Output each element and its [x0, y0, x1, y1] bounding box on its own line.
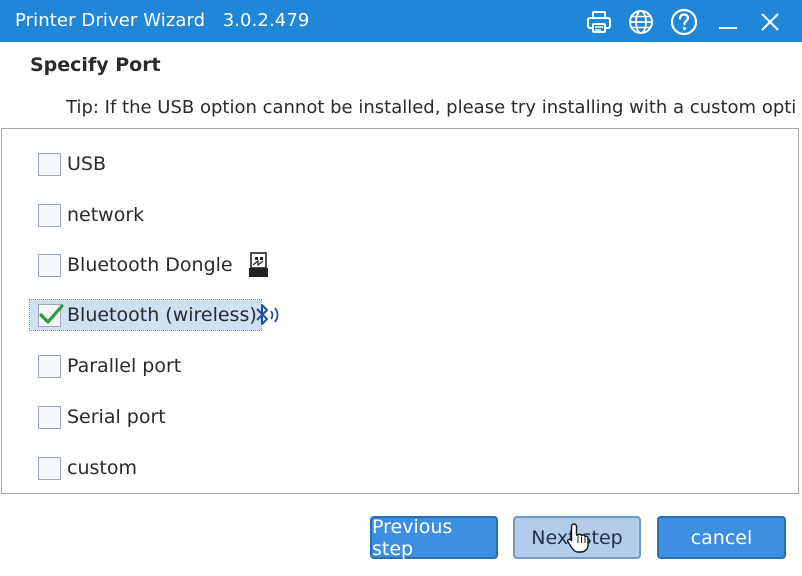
- parallel-checkbox[interactable]: [38, 354, 61, 378]
- minimize-icon[interactable]: [713, 7, 743, 37]
- port-option-custom[interactable]: custom: [30, 453, 141, 483]
- checkmark-icon: [39, 303, 64, 324]
- port-option-label: network: [67, 204, 145, 226]
- port-option-label: Parallel port: [67, 355, 182, 377]
- port-option-bluetooth-dongle[interactable]: Bluetooth Dongle: [30, 250, 271, 280]
- app-version: 3.0.2.479: [222, 10, 310, 31]
- close-icon[interactable]: [755, 7, 785, 37]
- printer-driver-wizard-window: Printer Driver Wizard 3.0.2.479 Specify …: [0, 0, 802, 576]
- cancel-button[interactable]: cancel: [657, 516, 786, 559]
- globe-icon[interactable]: [626, 7, 656, 37]
- bluetooth-dongle-checkbox[interactable]: [38, 253, 61, 277]
- port-option-bluetooth-wireless[interactable]: Bluetooth (wireless): [29, 299, 262, 331]
- port-option-label: Bluetooth (wireless): [67, 304, 257, 326]
- next-step-button[interactable]: Next step: [513, 516, 641, 559]
- port-options-panel: USB network Bluetooth Dongle Bluetooth (…: [1, 128, 799, 494]
- title-bar: Printer Driver Wizard 3.0.2.479: [0, 0, 802, 42]
- port-option-label: Serial port: [67, 406, 166, 428]
- network-checkbox[interactable]: [38, 203, 61, 227]
- bluetooth-wireless-checkbox[interactable]: [38, 303, 64, 327]
- app-name: Printer Driver Wizard: [15, 10, 206, 31]
- port-option-label: Bluetooth Dongle: [67, 254, 233, 276]
- window-title: Printer Driver Wizard 3.0.2.479: [15, 10, 309, 32]
- bluetooth-icon: [253, 302, 285, 328]
- port-option-parallel[interactable]: Parallel port: [30, 351, 185, 381]
- previous-step-button[interactable]: Previous step: [370, 516, 498, 560]
- usb-checkbox[interactable]: [38, 152, 61, 176]
- port-option-label: USB: [67, 153, 107, 175]
- port-option-label: custom: [67, 457, 137, 479]
- tip-text: Tip: If the USB option cannot be install…: [66, 97, 797, 118]
- custom-checkbox[interactable]: [38, 456, 61, 480]
- port-option-serial[interactable]: Serial port: [30, 402, 170, 432]
- page-title: Specify Port: [30, 54, 161, 76]
- wizard-header: Specify Port Tip: If the USB option cann…: [0, 42, 802, 130]
- port-option-usb[interactable]: USB: [30, 149, 110, 179]
- usb-dongle-icon: [247, 251, 271, 279]
- printer-icon[interactable]: [584, 7, 614, 37]
- port-option-network[interactable]: network: [30, 200, 148, 230]
- help-icon[interactable]: [669, 7, 699, 37]
- serial-checkbox[interactable]: [38, 405, 61, 429]
